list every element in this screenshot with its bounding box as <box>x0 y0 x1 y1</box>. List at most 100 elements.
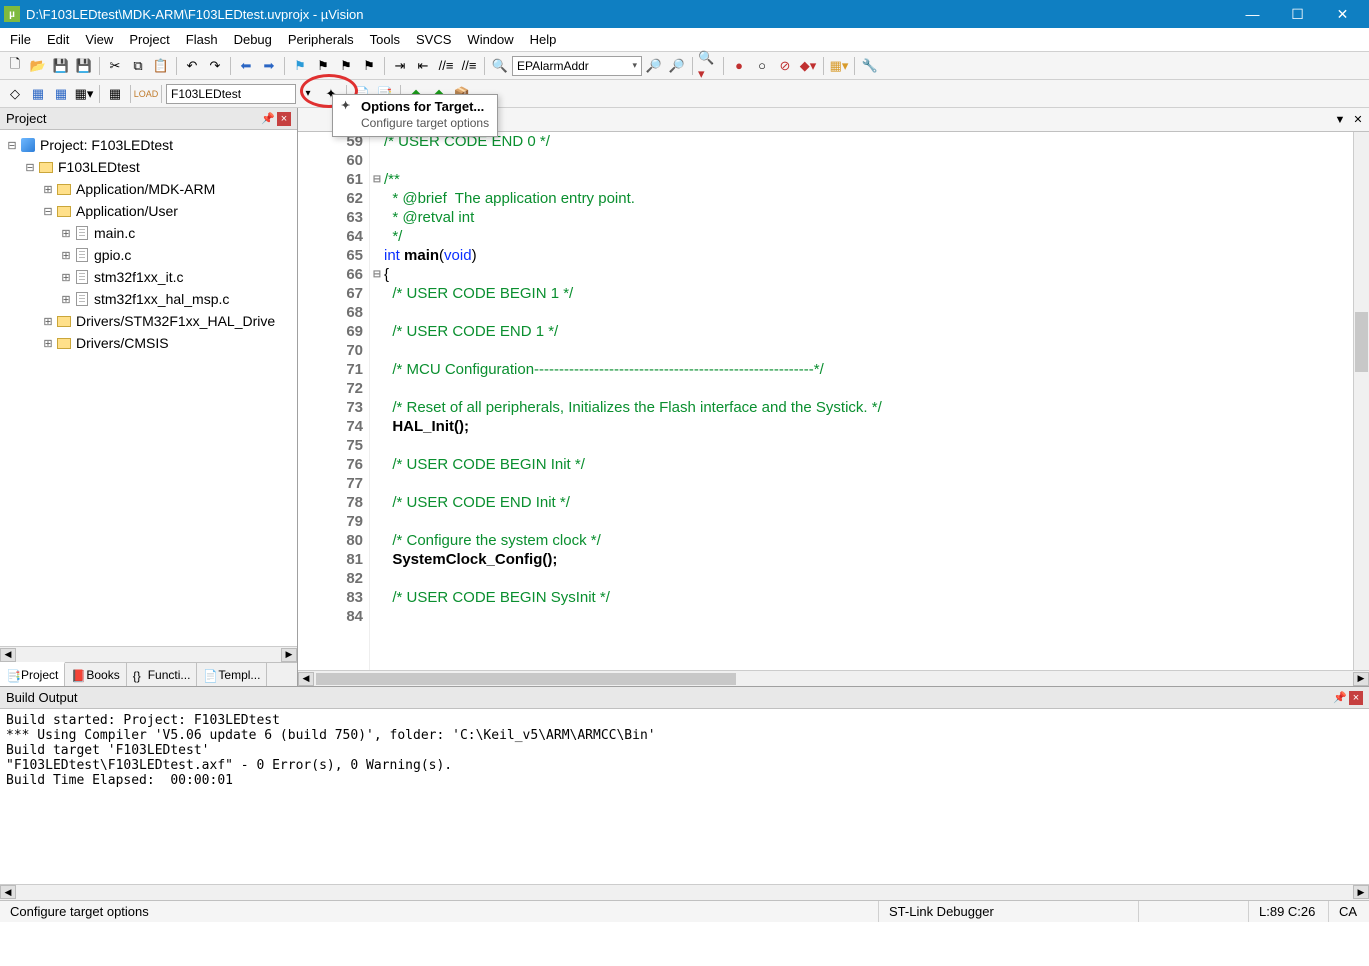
tree-expander-icon[interactable]: ⊞ <box>42 337 54 350</box>
build-hscroll[interactable]: ◀ ▶ <box>0 884 1369 900</box>
incremental-find-icon[interactable]: 🔎 <box>666 55 688 77</box>
save-icon[interactable]: 💾 <box>50 55 72 77</box>
menu-peripherals[interactable]: Peripherals <box>280 30 362 49</box>
close-button[interactable]: ✕ <box>1320 0 1365 28</box>
rebuild-icon[interactable]: ▦ <box>50 83 72 105</box>
panel-close-icon[interactable]: × <box>277 112 291 126</box>
bookmark-prev-icon[interactable]: ⚑ <box>312 55 334 77</box>
bookmark-clear-icon[interactable]: ⚑ <box>358 55 380 77</box>
panel-tab-functi[interactable]: {}Functi... <box>127 663 198 686</box>
tree-expander-icon[interactable]: ⊞ <box>42 315 54 328</box>
tree-group[interactable]: ⊞Application/MDK-ARM <box>2 178 295 200</box>
tree-group[interactable]: ⊟Application/User <box>2 200 295 222</box>
tree-expander-icon[interactable]: ⊟ <box>6 139 18 152</box>
window-title: D:\F103LEDtest\MDK-ARM\F103LEDtest.uvpro… <box>26 7 1230 22</box>
fold-column[interactable]: ⊟⊟ <box>370 132 384 670</box>
tabstrip-dropdown-icon[interactable]: ▼ <box>1333 113 1347 127</box>
build-hscroll-right-icon[interactable]: ▶ <box>1353 885 1369 899</box>
folder-icon <box>56 336 72 350</box>
paste-icon[interactable]: 📋 <box>150 55 172 77</box>
target-combo[interactable]: F103LEDtest <box>166 84 296 104</box>
build-output-panel: Build Output 📌 × Build started: Project:… <box>0 686 1369 900</box>
toolbar-build: ◇ ▦ ▦ ▦▾ ▦ LOAD F103LEDtest ▾ ✦ 📄 📑 ◆ ◆ … <box>0 80 1369 108</box>
build-hscroll-left-icon[interactable]: ◀ <box>0 885 16 899</box>
menu-tools[interactable]: Tools <box>362 30 408 49</box>
tree-expander-icon[interactable]: ⊞ <box>60 271 72 284</box>
configure-icon[interactable]: 🔧 <box>859 55 881 77</box>
find-next-icon[interactable]: 🔎 <box>643 55 665 77</box>
minimize-button[interactable]: — <box>1230 0 1275 28</box>
breakpoint-insert-icon[interactable]: ● <box>728 55 750 77</box>
menu-svcs[interactable]: SVCS <box>408 30 459 49</box>
tree-group[interactable]: ⊞Drivers/STM32F1xx_HAL_Drive <box>2 310 295 332</box>
tree-expander-icon[interactable]: ⊞ <box>60 249 72 262</box>
tree-expander-icon[interactable]: ⊟ <box>42 205 54 218</box>
breakpoint-window-icon[interactable]: ◆▾ <box>797 55 819 77</box>
debug-icon[interactable]: 🔍▾ <box>697 55 719 77</box>
comment-icon[interactable]: //≡ <box>435 55 457 77</box>
project-tree[interactable]: ⊟Project: F103LEDtest⊟F103LEDtest⊞Applic… <box>0 130 297 646</box>
panel-tab-templ[interactable]: 📄Templ... <box>197 663 267 686</box>
editor-hscroll-right-icon[interactable]: ▶ <box>1353 672 1369 686</box>
tree-expander-icon[interactable]: ⊟ <box>24 161 36 174</box>
tree-project-root[interactable]: ⊟Project: F103LEDtest <box>2 134 295 156</box>
hscroll-left-icon[interactable]: ◀ <box>0 648 16 662</box>
panel-tab-project[interactable]: 📑Project <box>0 662 65 686</box>
menu-edit[interactable]: Edit <box>39 30 77 49</box>
tree-group[interactable]: ⊞Drivers/CMSIS <box>2 332 295 354</box>
nav-back-icon[interactable]: ⬅ <box>235 55 257 77</box>
target-combo-dropdown[interactable]: ▾ <box>297 83 319 105</box>
menu-window[interactable]: Window <box>459 30 521 49</box>
build-output-text[interactable]: Build started: Project: F103LEDtest *** … <box>0 709 1369 884</box>
bookmark-toggle-icon[interactable]: ⚑ <box>289 55 311 77</box>
menu-project[interactable]: Project <box>121 30 177 49</box>
editor-hscroll-left-icon[interactable]: ◀ <box>298 672 314 686</box>
build-close-icon[interactable]: × <box>1349 691 1363 705</box>
menu-debug[interactable]: Debug <box>226 30 280 49</box>
menu-flash[interactable]: Flash <box>178 30 226 49</box>
window-layout-icon[interactable]: ▦▾ <box>828 55 850 77</box>
editor-hscroll[interactable]: ◀ ▶ <box>298 670 1369 686</box>
menu-file[interactable]: File <box>2 30 39 49</box>
tree-target[interactable]: ⊟F103LEDtest <box>2 156 295 178</box>
code-editor[interactable]: /* USER CODE END 0 *//** * @brief The ap… <box>384 132 1353 670</box>
tree-file[interactable]: ⊞main.c <box>2 222 295 244</box>
save-all-icon[interactable]: 💾 <box>73 55 95 77</box>
maximize-button[interactable]: ☐ <box>1275 0 1320 28</box>
build-icon[interactable]: ▦ <box>27 83 49 105</box>
outdent-icon[interactable]: ⇤ <box>412 55 434 77</box>
hscroll-right-icon[interactable]: ▶ <box>281 648 297 662</box>
tree-file[interactable]: ⊞stm32f1xx_it.c <box>2 266 295 288</box>
tree-expander-icon[interactable]: ⊞ <box>42 183 54 196</box>
build-pin-icon[interactable]: 📌 <box>1333 691 1347 705</box>
tree-file[interactable]: ⊞gpio.c <box>2 244 295 266</box>
editor-vscroll[interactable] <box>1353 132 1369 670</box>
menu-view[interactable]: View <box>77 30 121 49</box>
cut-icon[interactable]: ✂ <box>104 55 126 77</box>
find-combo[interactable]: EPAlarmAddr▾ <box>512 56 642 76</box>
new-file-icon[interactable]: 🗋 <box>4 55 26 77</box>
tabstrip-close-icon[interactable]: ✕ <box>1351 113 1365 127</box>
project-hscroll[interactable]: ◀ ▶ <box>0 646 297 662</box>
pin-icon[interactable]: 📌 <box>261 112 275 126</box>
breakpoint-disable-icon[interactable]: ○ <box>751 55 773 77</box>
redo-icon[interactable]: ↷ <box>204 55 226 77</box>
download-load-icon[interactable]: LOAD <box>135 83 157 105</box>
open-file-icon[interactable]: 📂 <box>27 55 49 77</box>
uncomment-icon[interactable]: //≡ <box>458 55 480 77</box>
stop-build-icon[interactable]: ▦ <box>104 83 126 105</box>
bookmark-next-icon[interactable]: ⚑ <box>335 55 357 77</box>
find-in-files-icon[interactable]: 🔍 <box>489 55 511 77</box>
batch-build-icon[interactable]: ▦▾ <box>73 83 95 105</box>
tree-expander-icon[interactable]: ⊞ <box>60 227 72 240</box>
menu-help[interactable]: Help <box>522 30 565 49</box>
panel-tab-books[interactable]: 📕Books <box>65 663 126 686</box>
translate-icon[interactable]: ◇ <box>4 83 26 105</box>
undo-icon[interactable]: ↶ <box>181 55 203 77</box>
copy-icon[interactable]: ⧉ <box>127 55 149 77</box>
indent-icon[interactable]: ⇥ <box>389 55 411 77</box>
nav-fwd-icon[interactable]: ➡ <box>258 55 280 77</box>
breakpoint-kill-icon[interactable]: ⊘ <box>774 55 796 77</box>
tree-expander-icon[interactable]: ⊞ <box>60 293 72 306</box>
tree-file[interactable]: ⊞stm32f1xx_hal_msp.c <box>2 288 295 310</box>
